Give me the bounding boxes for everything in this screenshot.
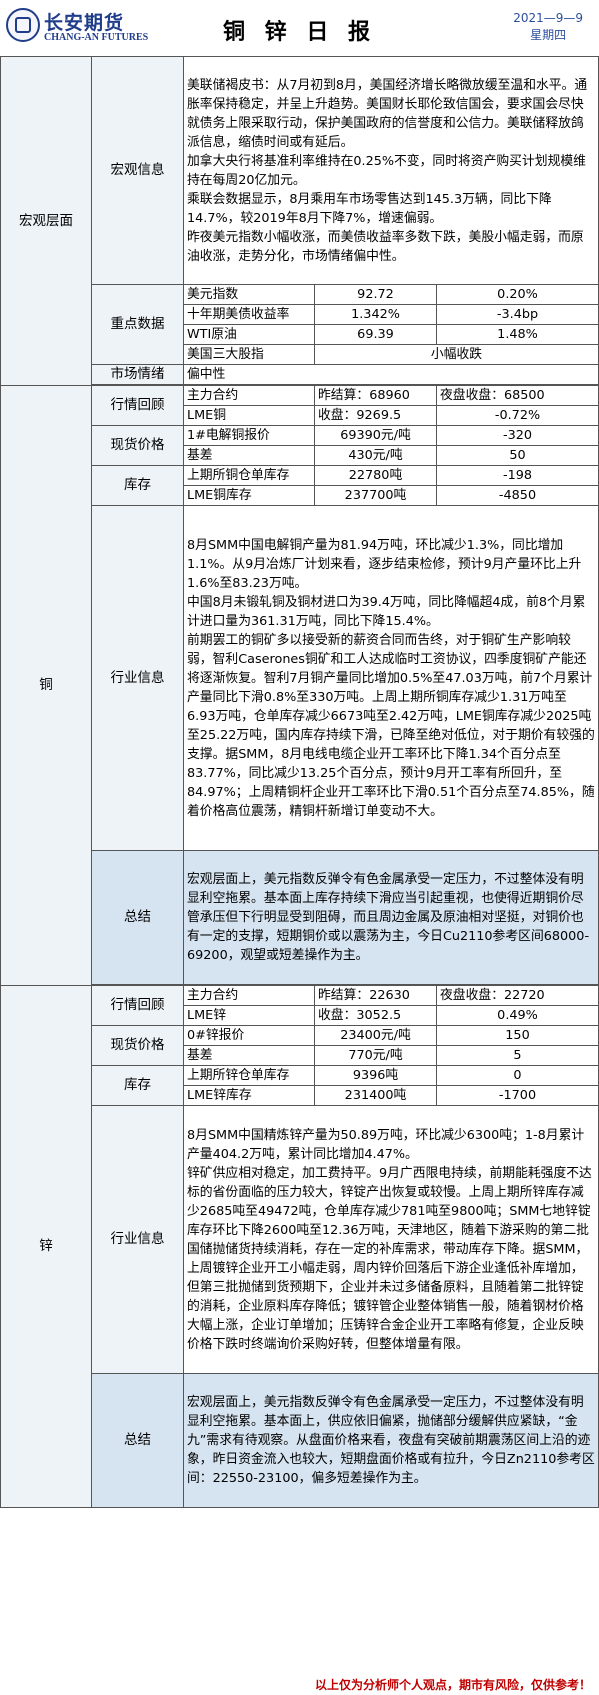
report-page: 长安期货 CHANG-AN FUTURES 铜 锌 日 报 2021—9—9 星… (0, 0, 599, 1695)
disclaimer-footer: 以上仅为分析师个人观点，期市有风险，仅供参考！ (314, 1678, 591, 1692)
zinc-stock-name: LME锌库存 (183, 1085, 315, 1106)
copper-section-label: 铜 (0, 385, 92, 986)
zinc-section-label: 锌 (0, 985, 92, 1508)
zinc-review-b: 夜盘收盘：22720 (436, 985, 599, 1006)
weekday-text: 星期四 (530, 28, 567, 42)
zinc-summary-label: 总结 (91, 1373, 184, 1508)
copper-review-name: 主力合约 (183, 385, 315, 406)
report-title: 铜 锌 日 报 (223, 20, 376, 45)
macro-paragraph: 加拿大央行将基准利率维持在0.25%不变，同时将资产购买计划规模维持在每周20亿… (187, 153, 586, 188)
report-header: 长安期货 CHANG-AN FUTURES 铜 锌 日 报 2021—9—9 星… (0, 0, 599, 56)
copper-spot-a: 69390元/吨 (314, 425, 437, 446)
copper-review-a: 收盘：9269.5 (314, 405, 437, 426)
copper-review-name: LME铜 (183, 405, 315, 426)
zinc-spot-a: 23400元/吨 (314, 1025, 437, 1046)
key-data-name: 美国三大股指 (183, 344, 315, 365)
copper-stock-b: -198 (436, 465, 599, 486)
zinc-industry-text: 8月SMM中国精炼锌产量为50.89万吨，环比减少6300吨；1-8月累计产量4… (183, 1105, 599, 1374)
zinc-spot-b: 150 (436, 1025, 599, 1046)
zinc-stock-b: 0 (436, 1065, 599, 1086)
copper-review-b: 夜盘收盘：68500 (436, 385, 599, 406)
copper-stock-label: 库存 (91, 465, 184, 506)
key-data-value: 小幅收跌 (314, 344, 599, 365)
key-data-name: 十年期美债收益率 (183, 304, 315, 325)
copper-spot-label: 现货价格 (91, 425, 184, 466)
copper-stock-a: 22780吨 (314, 465, 437, 486)
zinc-industry-paragraph: 8月SMM中国精炼锌产量为50.89万吨，环比减少6300吨；1-8月累计产量4… (187, 1127, 585, 1162)
copper-industry-label: 行业信息 (91, 505, 184, 851)
zinc-industry-label: 行业信息 (91, 1105, 184, 1374)
zinc-review-name: LME锌 (183, 1005, 315, 1026)
macro-info-label: 宏观信息 (91, 56, 184, 285)
copper-stock-a: 237700吨 (314, 485, 437, 506)
macro-section-label: 宏观层面 (0, 56, 92, 386)
copper-stock-name: 上期所铜仓单库存 (183, 465, 315, 486)
key-data-value: 1.342% (314, 304, 437, 325)
zinc-review-row: 锌 行情回顾 主力合约 昨结算：22630 夜盘收盘：22720 (0, 985, 599, 1508)
zinc-industry-paragraph: 锌矿供应相对稳定，加工费持平。9月广西限电持续，前期能耗强度不达标的省份面临的压… (187, 1165, 592, 1352)
zinc-spot-name: 0#锌报价 (183, 1025, 315, 1046)
zinc-spot-name: 基差 (183, 1045, 315, 1066)
zinc-stock-a: 231400吨 (314, 1085, 437, 1106)
key-data-label: 重点数据 (91, 284, 184, 365)
zinc-spot-label: 现货价格 (91, 1025, 184, 1066)
copper-spot-b: -320 (436, 425, 599, 446)
key-data-name: WTI原油 (183, 324, 315, 345)
copper-summary-label: 总结 (91, 850, 184, 985)
copper-stock-b: -4850 (436, 485, 599, 506)
macro-info-row: 宏观层面 宏观信息 美联储褐皮书：从7月初到8月，美国经济增长略微放缓至温和水平… (0, 56, 599, 386)
key-data-change: -3.4bp (436, 304, 599, 325)
key-data-change: 1.48% (436, 324, 599, 345)
macro-paragraph: 美联储褐皮书：从7月初到8月，美国经济增长略微放缓至温和水平。通胀率保持稳定，并… (187, 77, 588, 150)
date-text: 2021—9—9 (513, 11, 583, 25)
copper-industry-text: 8月SMM中国电解铜产量为81.94万吨，环比减少1.3%，同比增加1.1%。从… (183, 505, 599, 851)
copper-spot-name: 基差 (183, 445, 315, 466)
sentiment-value: 偏中性 (183, 364, 599, 385)
macro-paragraph: 昨夜美元指数小幅收涨，而美债收益率多数下跌，美股小幅走弱，而原油收涨，走势分化，… (187, 229, 584, 264)
zinc-stock-label: 库存 (91, 1065, 184, 1106)
copper-industry-paragraph: 8月SMM中国电解铜产量为81.94万吨，环比减少1.3%，同比增加1.1%。从… (187, 537, 582, 591)
zinc-stock-b: -1700 (436, 1085, 599, 1106)
key-data-value: 92.72 (314, 284, 437, 305)
copper-review-a: 昨结算：68960 (314, 385, 437, 406)
key-data-change: 0.20% (436, 284, 599, 305)
copper-spot-a: 430元/吨 (314, 445, 437, 466)
zinc-review-a: 昨结算：22630 (314, 985, 437, 1006)
zinc-summary-text: 宏观层面上，美元指数反弹令有色金属承受一定压力，不过整体没有明显利空拖累。基本面… (183, 1373, 599, 1508)
sentiment-label: 市场情绪 (91, 364, 184, 385)
zinc-review-label: 行情回顾 (91, 985, 184, 1026)
zinc-review-b: 0.49% (436, 1005, 599, 1026)
zinc-review-name: 主力合约 (183, 985, 315, 1006)
zinc-spot-a: 770元/吨 (314, 1045, 437, 1066)
copper-spot-b: 50 (436, 445, 599, 466)
macro-info-text: 美联储褐皮书：从7月初到8月，美国经济增长略微放缓至温和水平。通胀率保持稳定，并… (183, 56, 599, 285)
zinc-spot-b: 5 (436, 1045, 599, 1066)
copper-review-b: -0.72% (436, 405, 599, 426)
key-data-value: 69.39 (314, 324, 437, 345)
copper-summary-text: 宏观层面上，美元指数反弹令有色金属承受一定压力，不过整体没有明显利空拖累。基本面… (183, 850, 599, 985)
report-table: 宏观层面 宏观信息 美联储褐皮书：从7月初到8月，美国经济增长略微放缓至温和水平… (0, 56, 599, 1508)
copper-industry-paragraph: 前期罢工的铜矿多以接受新的薪资合同而告终，对于铜矿生产影响较弱，智利Casero… (187, 632, 595, 819)
zinc-stock-a: 9396吨 (314, 1065, 437, 1086)
zinc-review-a: 收盘：3052.5 (314, 1005, 437, 1026)
copper-industry-paragraph: 中国8月未锻轧铜及铜材进口为39.4万吨，同比降幅超4成，前8个月累计进口量为3… (187, 594, 586, 629)
copper-review-row: 铜 行情回顾 主力合约 昨结算：68960 夜盘收盘：68500 (0, 385, 599, 986)
report-date: 2021—9—9 星期四 (513, 10, 583, 44)
key-data-name: 美元指数 (183, 284, 315, 305)
copper-spot-name: 1#电解铜报价 (183, 425, 315, 446)
macro-paragraph: 乘联会数据显示，8月乘用车市场零售达到145.3万辆，同比下降14.7%，较20… (187, 191, 552, 226)
copper-stock-name: LME铜库存 (183, 485, 315, 506)
zinc-stock-name: 上期所锌仓单库存 (183, 1065, 315, 1086)
copper-review-label: 行情回顾 (91, 385, 184, 426)
